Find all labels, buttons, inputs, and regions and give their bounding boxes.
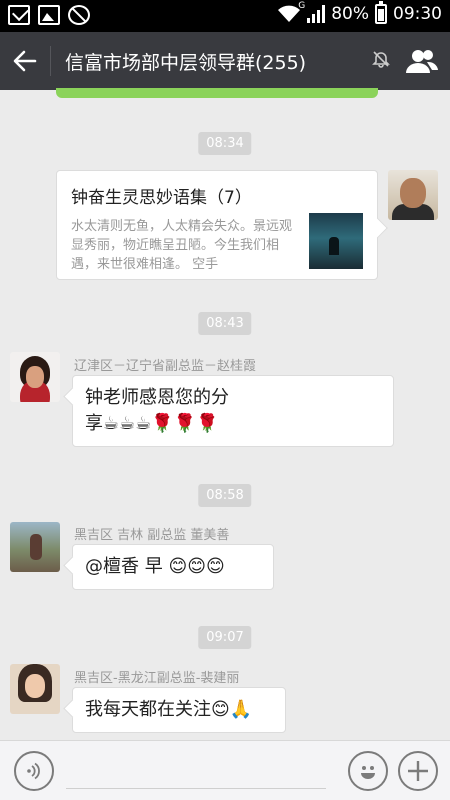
block-icon: [68, 5, 90, 25]
voice-icon[interactable]: [14, 751, 54, 791]
clock: 09:30: [393, 4, 442, 24]
sender-name: 黑吉区-黑龙江副总监-裴建丽: [74, 671, 240, 686]
timestamp: 08:43: [198, 312, 252, 335]
timestamp: 08:34: [198, 132, 252, 155]
avatar[interactable]: [388, 170, 438, 220]
plus-icon[interactable]: [398, 751, 438, 791]
battery-icon: [375, 1, 387, 24]
title-bar: 信富市场部中层领导群(255): [0, 32, 450, 90]
message-input[interactable]: [66, 788, 326, 789]
avatar[interactable]: [10, 352, 60, 402]
link-card-description: 水太清则无鱼，人太精会失众。景远观显秀丽，物近瞧呈丑陋。今生我们相遇，来世很难相…: [71, 219, 293, 272]
battery-percent: 80%: [331, 4, 369, 24]
network-type: G: [298, 1, 306, 11]
mail-icon: [8, 5, 30, 25]
message-text: 钟老师感恩您的分: [85, 387, 229, 408]
sender-name: 黑吉区 吉林 副总监 董美善: [74, 528, 230, 543]
bubble-tail: [368, 218, 388, 238]
status-bar: G 80% 09:30: [0, 0, 450, 32]
avatar[interactable]: [10, 664, 60, 714]
link-card-message[interactable]: 钟奋生灵思妙语集（7） 水太清则无鱼，人太精会失众。景远观显秀丽，物近瞧呈丑陋。…: [56, 170, 388, 280]
avatar[interactable]: [10, 522, 60, 572]
system-indicators: G 80% 09:30: [277, 1, 442, 24]
input-bar: [0, 740, 450, 800]
notification-icons: [8, 5, 90, 25]
message-bubble[interactable]: @檀香 早 😊😊😊: [72, 544, 274, 590]
message-bubble[interactable]: 我每天都在关注😊🙏: [72, 687, 286, 733]
signal-icon: G: [298, 1, 326, 23]
emoji-icon[interactable]: [348, 751, 388, 791]
link-card-thumbnail: [309, 213, 363, 269]
message-text: 我每天都在关注😊🙏: [85, 699, 253, 720]
chat-title: 信富市场部中层领导群(255): [65, 51, 307, 74]
timestamp: 08:58: [198, 484, 252, 507]
mute-icon: [368, 50, 394, 72]
link-card-title: 钟奋生灵思妙语集（7）: [71, 188, 252, 208]
back-arrow-icon[interactable]: [0, 32, 50, 90]
timestamp: 09:07: [198, 626, 252, 649]
image-icon: [38, 5, 60, 25]
message-bubble[interactable]: 钟老师感恩您的分 享☕☕☕🌹🌹🌹: [72, 375, 394, 447]
message-text: 享☕☕☕🌹🌹🌹: [85, 413, 219, 434]
sender-name: 辽津区－辽宁省副总监－赵桂霞: [74, 359, 257, 374]
message-list[interactable]: 08:34 钟奋生灵思妙语集（7） 水太清则无鱼，人太精会失众。景远观显秀丽，物…: [0, 90, 450, 740]
members-icon[interactable]: [394, 32, 450, 90]
message-text: @檀香 早 😊😊😊: [85, 556, 225, 577]
